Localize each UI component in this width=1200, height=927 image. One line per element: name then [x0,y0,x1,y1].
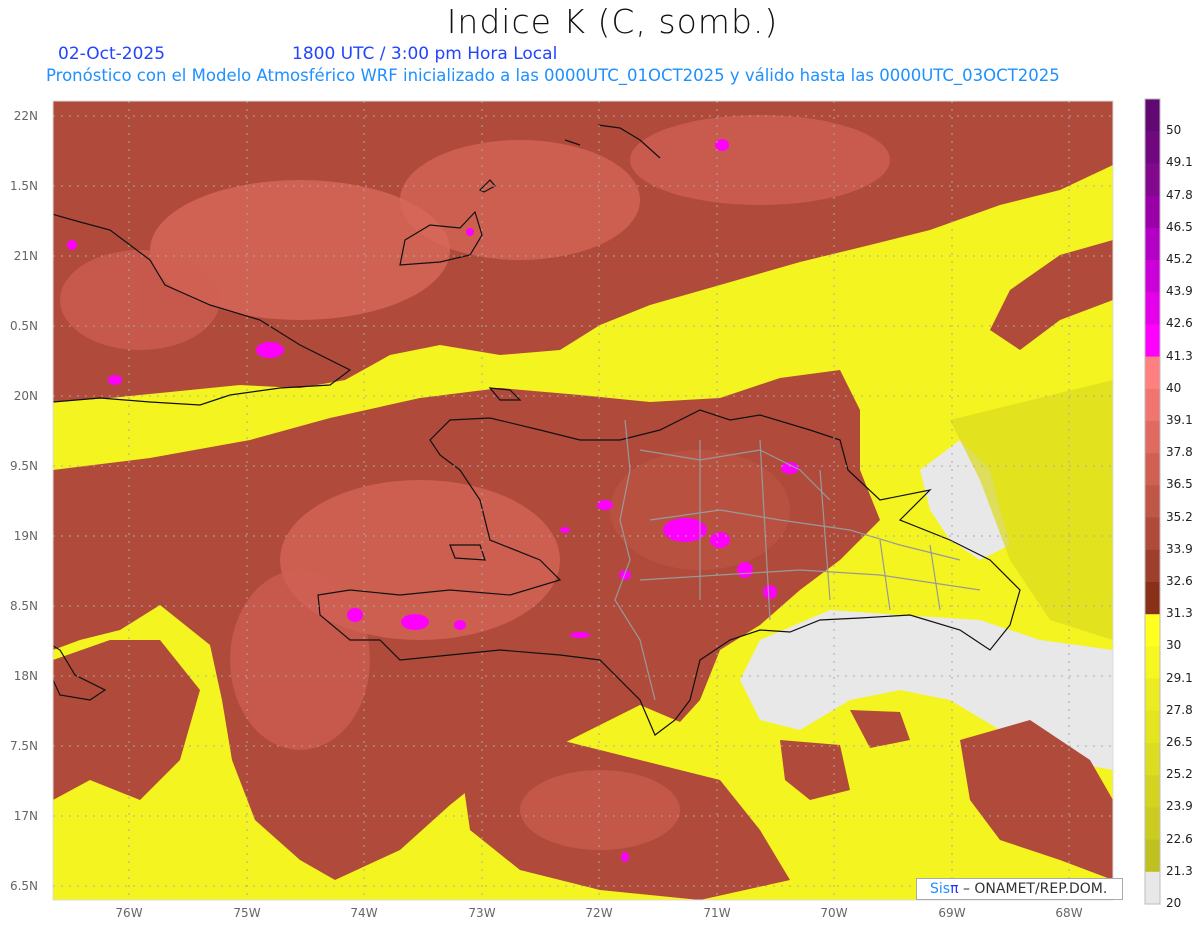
colorbar-swatch [1145,227,1160,261]
lat-label: 7.5N [9,739,38,753]
colorbar-label: 21.3 [1166,863,1193,878]
lat-label: 17N [13,809,38,823]
colorbar-label: 36.5 [1166,477,1193,492]
colorbar-swatch [1145,356,1160,390]
k-index-map [52,98,1161,905]
colorbar-swatch [1145,260,1160,293]
credit-brand-symbol: π [950,881,959,897]
lon-label: 73W [468,906,496,920]
colorbar-swatch [1145,421,1160,454]
colorbar-swatch [1145,99,1160,132]
colorbar-label: 37.8 [1166,445,1193,460]
lat-label: 21N [13,249,38,263]
map-field [53,101,1113,900]
colorbar-label: 40 [1166,380,1182,395]
lat-label: 9.5N [9,459,38,473]
colorbar-swatch [1145,743,1160,776]
lat-label: 8.5N [9,599,38,613]
colorbar-swatch [1145,517,1160,551]
lat-label: 22N [13,109,38,123]
lat-label: 19N [13,529,38,543]
lon-label: 72W [585,906,613,920]
colorbar-label: 22.6 [1166,831,1193,846]
colorbar-swatch [1145,292,1160,325]
colorbar-label: 49.1 [1166,155,1193,170]
lon-label: 71W [703,906,731,920]
lon-label: 70W [820,906,848,920]
colorbar-label: 33.9 [1166,541,1193,556]
colorbar-label: 45.2 [1166,252,1193,266]
colorbar-swatch [1145,775,1160,808]
colorbar-label: 29.1 [1166,670,1193,685]
lat-label: 6.5N [9,879,38,893]
colorbar-swatch [1145,453,1160,486]
lon-label: 76W [115,906,143,920]
colorbar-label: 43.9 [1166,284,1193,299]
lat-label: 20N [13,389,38,403]
colorbar-swatch [1145,388,1160,422]
colorbar-swatch [1145,839,1160,873]
colorbar-swatch [1145,678,1160,712]
colorbar-label: 32.6 [1166,574,1193,588]
colorbar-label: 27.8 [1166,702,1193,717]
colorbar-label: 50 [1166,123,1182,138]
lat-label: 0.5N [9,319,38,333]
colorbar-label: 39.1 [1166,413,1193,427]
colorbar-swatch [1145,195,1160,229]
colorbar-swatch [1145,807,1160,841]
credit-box: Sisπ – ONAMET/REP.DOM. [916,878,1123,900]
colorbar-swatch [1145,646,1160,680]
colorbar-swatch [1145,131,1160,164]
colorbar-label: 46.5 [1166,219,1193,234]
colorbar-label: 35.2 [1166,509,1193,524]
colorbar-label: 26.5 [1166,735,1193,749]
lon-label: 74W [350,906,378,920]
colorbar-label: 30 [1166,638,1182,653]
colorbar-label: 23.9 [1166,799,1193,814]
colorbar-swatch [1145,871,1160,905]
colorbar-label: 47.8 [1166,187,1193,202]
colorbar [1144,98,1161,905]
lat-label: 1.5N [9,179,38,193]
credit-org: – ONAMET/REP.DOM. [958,881,1108,897]
colorbar-swatch [1145,582,1160,615]
credit-brand: Sis [930,881,951,897]
colorbar-swatch [1145,710,1160,744]
lon-label: 68W [1055,906,1083,920]
colorbar-label: 41.3 [1166,348,1193,363]
colorbar-swatch [1145,485,1160,519]
lon-label: 75W [233,906,261,920]
colorbar-label: 31.3 [1166,606,1193,621]
lat-label: 18N [13,669,38,683]
colorbar-swatch [1145,549,1160,583]
colorbar-swatch [1145,324,1160,358]
colorbar-swatch [1145,163,1160,197]
colorbar-label: 25.2 [1166,767,1193,782]
colorbar-label: 42.6 [1166,316,1193,331]
colorbar-label: 20 [1166,896,1182,910]
colorbar-swatch [1145,614,1160,647]
lon-label: 69W [938,906,966,920]
